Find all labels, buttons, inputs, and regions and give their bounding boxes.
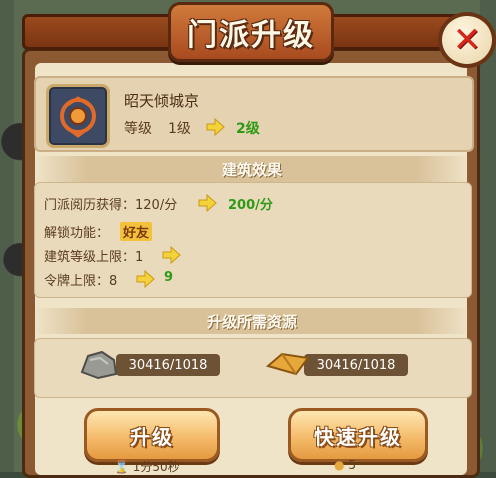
arrow-right-icon [198, 193, 217, 213]
effect-label: 令牌上限： [44, 274, 110, 289]
effect-row-unlock: 解锁功能： [44, 222, 109, 241]
arrow-right-icon [162, 245, 181, 265]
upgrade-button[interactable]: 升级 [84, 408, 220, 462]
effect-label: 建筑等级上限： [44, 250, 136, 265]
unlock-feature-badge: 好友 [120, 222, 153, 241]
building-name: 昭天倾城京 [124, 92, 200, 110]
effects-header: 建筑效果 [34, 156, 470, 182]
effect-row-exp: 门派阅历获得：120/分 [44, 194, 177, 213]
resource-amount-stone: 30416/1018 [116, 354, 220, 376]
stone-icon [80, 350, 118, 380]
arrow-right-icon [206, 117, 225, 137]
quick-upgrade-cost-value: 5 [348, 458, 356, 472]
quick-upgrade-button-label: 快速升级 [314, 424, 402, 449]
gold-brick-icon [266, 352, 310, 376]
effect-row-building-cap: 建筑等级上限：1 [44, 246, 143, 265]
dialog-title: 门派升级 [187, 18, 315, 53]
close-button[interactable]: ✕ [438, 12, 496, 68]
level-next: 2级 [236, 121, 260, 137]
effect-next: 9 [164, 270, 174, 285]
effect-next: 200/分 [228, 198, 273, 213]
quick-upgrade-button[interactable]: 快速升级 [288, 408, 428, 462]
effect-label: 门派阅历获得： [44, 198, 136, 213]
effect-row-token-cap: 令牌上限：8 [44, 270, 117, 289]
upgrade-button-label: 升级 [130, 424, 174, 449]
gold-coin-icon: ● [334, 458, 345, 472]
effect-current: 120/分 [135, 198, 178, 213]
resources-header-label: 升级所需资源 [206, 312, 297, 331]
level-label: 等级 [124, 121, 152, 137]
sect-emblem-icon [46, 84, 110, 148]
effect-current: 8 [109, 274, 118, 289]
close-icon[interactable]: ✕ [453, 23, 482, 57]
arrow-right-icon [136, 269, 155, 289]
resources-header: 升级所需资源 [34, 308, 470, 334]
quick-upgrade-cost: ● 5 [334, 458, 356, 472]
dialog-title-banner: 门派升级 [168, 2, 334, 62]
effect-current: 1 [135, 250, 144, 265]
level-current: 1级 [168, 121, 191, 137]
upgrade-time: ⌛ 1分50秒 [114, 458, 180, 475]
resource-amount-gold: 30416/1018 [304, 354, 408, 376]
effect-label: 解锁功能： [44, 226, 110, 241]
effects-header-label: 建筑效果 [221, 160, 282, 179]
